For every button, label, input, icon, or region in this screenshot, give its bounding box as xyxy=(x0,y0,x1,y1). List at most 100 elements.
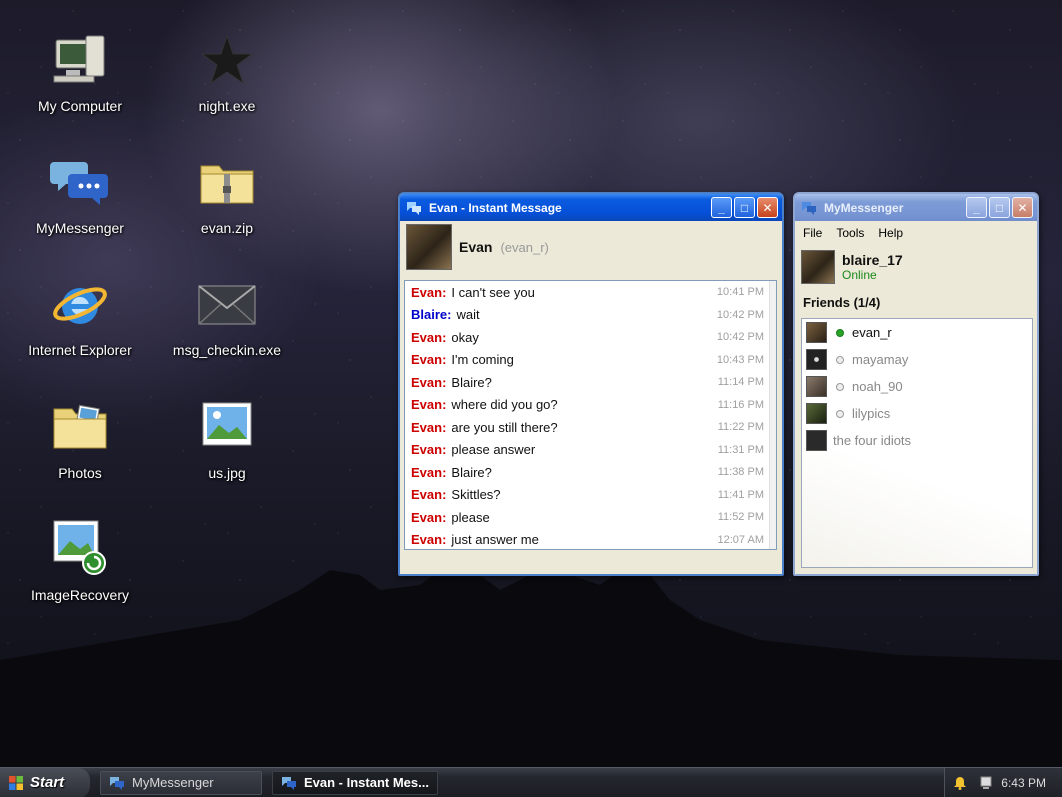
friend-avatar xyxy=(806,376,827,397)
desktop-icon-msg-checkin[interactable]: msg_checkin.exe xyxy=(152,274,302,358)
menu-file[interactable]: File xyxy=(803,226,822,240)
desktop-icon-label: night.exe xyxy=(198,98,256,114)
friend-item-noah-90[interactable]: noah_90 xyxy=(802,373,1032,400)
desktop-icon-internet-explorer[interactable]: Internet Explorer xyxy=(5,274,155,358)
message-text: I'm coming xyxy=(451,352,514,368)
message-text: please xyxy=(451,509,490,525)
messenger-title: MyMessenger xyxy=(824,200,904,215)
message-text: just answer me xyxy=(451,532,539,548)
minimize-button[interactable]: _ xyxy=(711,197,732,218)
friend-name: lilypics xyxy=(852,406,891,421)
desktop-icon-label: Internet Explorer xyxy=(28,342,132,358)
internet-explorer-icon xyxy=(53,287,107,324)
chat-bubbles-icon xyxy=(50,162,108,205)
message-timestamp: 11:41 PM xyxy=(717,488,764,501)
friend-avatar xyxy=(806,403,827,424)
desktop-icon-label: My Computer xyxy=(37,98,123,114)
message-timestamp: 11:52 PM xyxy=(717,511,764,524)
message-text: please answer xyxy=(451,442,536,458)
friend-item-evan-r[interactable]: evan_r xyxy=(802,319,1032,346)
messenger-app-icon xyxy=(110,776,124,790)
close-button[interactable]: ✕ xyxy=(757,197,778,218)
start-label: Start xyxy=(30,774,65,791)
chat-message: Blaire: wait 10:42 PM xyxy=(405,304,776,327)
computer-icon xyxy=(53,35,105,83)
message-sender: Evan: xyxy=(411,374,447,390)
desktop-icon-my-computer[interactable]: My Computer xyxy=(5,30,155,114)
message-timestamp: 10:42 PM xyxy=(716,331,764,344)
network-icon[interactable] xyxy=(979,776,993,790)
message-sender: Evan: xyxy=(411,464,447,480)
maximize-button[interactable]: □ xyxy=(734,197,755,218)
menu-help[interactable]: Help xyxy=(878,226,903,240)
message-timestamp: 11:14 PM xyxy=(717,376,764,389)
chat-history[interactable]: Evan: I can't see you 10:41 PM Blaire: wait 1… xyxy=(404,280,777,550)
message-text: where did you go? xyxy=(451,397,558,413)
close-button[interactable]: ✕ xyxy=(1012,197,1033,218)
friend-name: evan_r xyxy=(852,325,892,340)
contact-handle: (evan_r) xyxy=(500,239,549,255)
message-text: are you still there? xyxy=(451,419,558,435)
pentagram-icon xyxy=(200,34,254,85)
user-name: blaire_17 xyxy=(842,252,903,268)
chat-message: Evan: where did you go? 11:16 PM xyxy=(405,394,776,417)
chat-message: Evan: please 11:52 PM xyxy=(405,506,776,529)
taskbar-item-mymessenger[interactable]: MyMessenger xyxy=(100,770,262,795)
message-text: wait xyxy=(456,307,480,323)
desktop-icon-mymessenger[interactable]: MyMessenger xyxy=(5,152,155,236)
messenger-window[interactable]: MyMessenger _ □ ✕ File Tools Help blaire… xyxy=(793,192,1039,576)
contact-avatar xyxy=(406,224,452,270)
chat-message: Evan: Skittles? 11:41 PM xyxy=(405,484,776,507)
friend-group-the-four-idiots[interactable]: the four idiots xyxy=(802,427,1032,454)
messenger-app-icon xyxy=(282,776,296,790)
zip-folder-icon xyxy=(200,165,254,204)
offline-status-icon xyxy=(836,355,844,364)
image-file-icon xyxy=(202,402,252,446)
message-sender: Evan: xyxy=(411,442,447,458)
desktop-icon-us-jpg[interactable]: us.jpg xyxy=(152,397,302,481)
message-sender: Evan: xyxy=(411,532,447,548)
message-sender: Evan: xyxy=(411,509,447,525)
system-tray: 6:43 PM xyxy=(944,768,1062,797)
message-timestamp: 10:42 PM xyxy=(716,308,764,321)
friends-list[interactable]: evan_r mayamay noah_90 lilypics the four… xyxy=(801,318,1033,568)
menu-bar: File Tools Help xyxy=(795,221,1037,245)
clock[interactable]: 6:43 PM xyxy=(1001,776,1046,790)
chat-message: Evan: okay 10:42 PM xyxy=(405,326,776,349)
message-sender: Evan: xyxy=(411,397,447,413)
chat-message: Evan: are you still there? 11:22 PM xyxy=(405,416,776,439)
messenger-app-icon xyxy=(407,201,421,215)
taskbar-item-evan-im[interactable]: Evan - Instant Mes... xyxy=(272,770,438,795)
message-sender: Evan: xyxy=(411,487,447,503)
friend-item-mayamay[interactable]: mayamay xyxy=(802,346,1032,373)
friend-name: mayamay xyxy=(852,352,909,367)
user-status[interactable]: Online xyxy=(842,268,903,282)
menu-tools[interactable]: Tools xyxy=(836,226,864,240)
maximize-button[interactable]: □ xyxy=(989,197,1010,218)
im-window[interactable]: Evan - Instant Message _ □ ✕ Evan (evan_… xyxy=(398,192,784,576)
taskbar-item-label: MyMessenger xyxy=(132,775,214,790)
desktop-icon-label: msg_checkin.exe xyxy=(172,342,282,358)
start-button[interactable]: Start xyxy=(0,767,90,797)
im-window-titlebar[interactable]: Evan - Instant Message _ □ ✕ xyxy=(400,194,782,221)
message-timestamp: 11:38 PM xyxy=(717,466,764,479)
friend-item-lilypics[interactable]: lilypics xyxy=(802,400,1032,427)
minimize-button[interactable]: _ xyxy=(966,197,987,218)
desktop-icon-photos[interactable]: Photos xyxy=(5,397,155,481)
message-sender: Evan: xyxy=(411,329,447,345)
message-sender: Evan: xyxy=(411,419,447,435)
user-avatar[interactable] xyxy=(801,250,835,284)
message-text: Blaire? xyxy=(451,464,492,480)
chat-message: Evan: just answer me 12:07 AM xyxy=(405,529,776,550)
desktop-icon-label: evan.zip xyxy=(200,220,254,236)
messenger-titlebar[interactable]: MyMessenger _ □ ✕ xyxy=(795,194,1037,221)
friend-avatar xyxy=(806,349,827,370)
desktop-icon-evan-zip[interactable]: evan.zip xyxy=(152,152,302,236)
photos-folder-icon xyxy=(53,404,107,449)
desktop-icon-imagerecovery[interactable]: ImageRecovery xyxy=(5,519,155,603)
chat-message: Evan: Blaire? 11:38 PM xyxy=(405,461,776,484)
bell-icon[interactable] xyxy=(953,776,967,790)
desktop-icon-night-exe[interactable]: night.exe xyxy=(152,30,302,114)
friend-name: noah_90 xyxy=(852,379,903,394)
messenger-app-icon xyxy=(802,201,816,215)
